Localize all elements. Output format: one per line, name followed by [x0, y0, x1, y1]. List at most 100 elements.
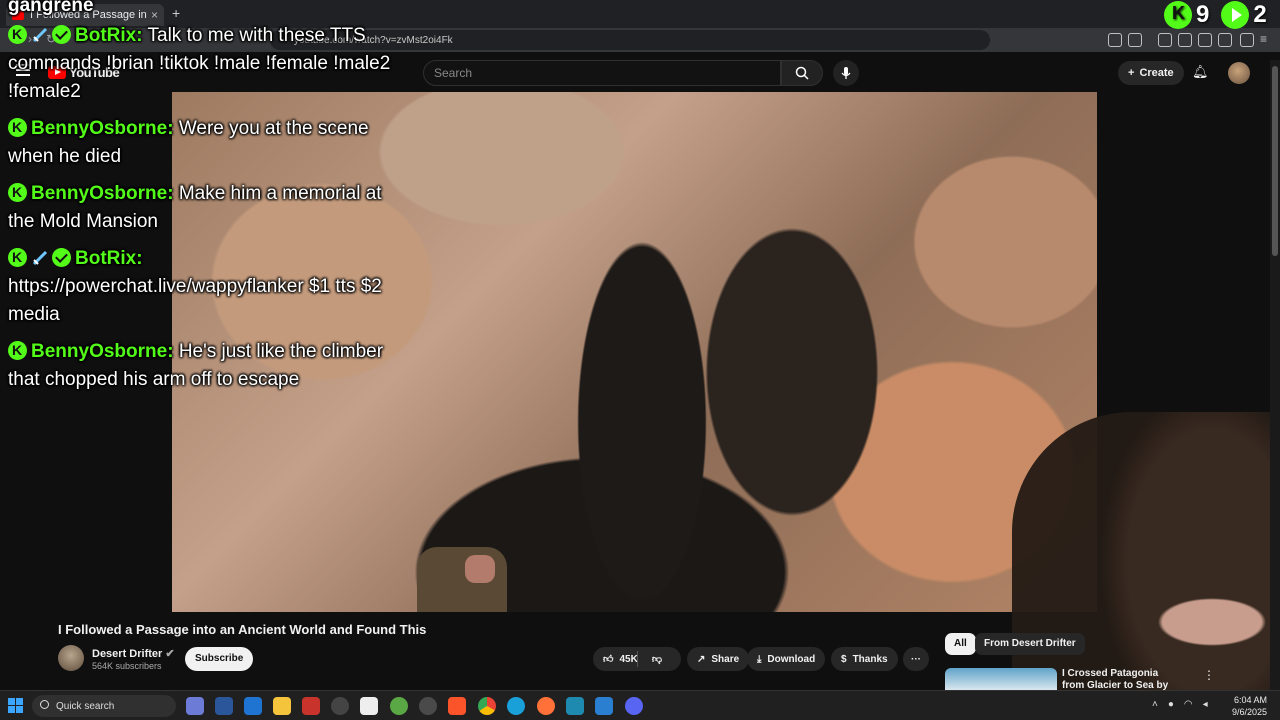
chat-username: BennyOsborne:: [31, 183, 174, 204]
search-button[interactable]: [781, 60, 823, 86]
search-icon: [795, 66, 809, 80]
verified-icon: ✔: [165, 648, 175, 660]
like-button[interactable]: 👍︎ 45K: [603, 653, 638, 666]
location-icon[interactable]: ●: [1168, 699, 1174, 710]
kick-badge-icon: [8, 20, 27, 48]
chip-all[interactable]: All: [945, 633, 976, 655]
wifi-icon[interactable]: ◠: [1184, 699, 1193, 710]
verified-badge-icon: [52, 248, 71, 267]
taskbar-app-icon[interactable]: [566, 697, 584, 715]
kick-viewer-count: 9: [1196, 1, 1210, 28]
webcam-overlay: [1012, 412, 1280, 712]
like-divider: [637, 651, 638, 667]
channel-avatar[interactable]: [58, 645, 84, 671]
verified-badge-icon: [52, 25, 71, 44]
download-label: Download: [767, 653, 816, 665]
stream-chat-overlay: gangrene BotRix: Talk to me with these T…: [8, 0, 408, 403]
page-scrollbar-thumb[interactable]: [1272, 66, 1278, 256]
stream-counters: 9 2: [1164, 1, 1267, 29]
volume-icon[interactable]: ◂: [1203, 699, 1208, 710]
kick-badge-icon: [8, 113, 27, 141]
chat-partial-line: gangrene: [8, 0, 94, 16]
taskbar-search[interactable]: Quick search: [32, 695, 176, 717]
chat-message: BotRix: Talk to me with these TTS comman…: [8, 20, 408, 106]
microphone-icon: [841, 67, 851, 79]
download-icon: ⤓: [757, 653, 762, 665]
chevron-up-icon[interactable]: ˄: [1152, 699, 1158, 710]
sword-badge-icon: [32, 27, 48, 43]
vscode-icon[interactable]: [595, 697, 613, 715]
taskbar-app-icon[interactable]: [390, 697, 408, 715]
wallet-icon[interactable]: [1198, 33, 1212, 47]
chip-from-channel[interactable]: From Desert Drifter: [975, 633, 1085, 655]
firefox-icon[interactable]: [537, 697, 555, 715]
taskbar-app-icon[interactable]: [302, 697, 320, 715]
chat-username: BotRix:: [75, 25, 143, 46]
chat-text: https://powerchat.live/wappyflanker $1 t…: [8, 276, 382, 325]
extension-icon[interactable]: [1108, 33, 1122, 47]
chat-message: BotRix: https://powerchat.live/wappyflan…: [8, 243, 408, 329]
rumble-viewer-count: 2: [1253, 1, 1267, 28]
taskbar-app-icon[interactable]: [215, 697, 233, 715]
chrome-icon[interactable]: [478, 697, 496, 715]
brave-browser-icon[interactable]: [448, 697, 466, 715]
search-input[interactable]: Search: [423, 60, 781, 86]
dislike-button[interactable]: 👎︎: [652, 653, 662, 665]
discord-icon[interactable]: [625, 697, 643, 715]
create-label: Create: [1139, 67, 1174, 79]
sword-badge-icon: [32, 250, 48, 266]
rumble-logo-icon: [1221, 1, 1250, 29]
user-avatar[interactable]: [1228, 62, 1250, 84]
voice-search-button[interactable]: [833, 60, 859, 86]
download-button[interactable]: ⤓ Download: [747, 647, 826, 671]
chat-message: BennyOsborne: Were you at the scene when…: [8, 113, 408, 171]
plus-icon: +: [1128, 67, 1135, 79]
clock-date: 9/6/2025: [1232, 707, 1268, 717]
share-button[interactable]: ↗ Share: [687, 647, 750, 671]
taskbar-app-icon[interactable]: [186, 697, 204, 715]
thanks-label: Thanks: [852, 653, 888, 665]
extension-icon[interactable]: [1128, 33, 1142, 47]
chat-username: BennyOsborne:: [31, 118, 174, 139]
windows-taskbar: Quick search ˄ ● ◠ ◂ 6:04 AM 9/6/2025: [0, 690, 1280, 720]
subscriber-count: 564K subscribers: [92, 661, 162, 671]
more-actions-button[interactable]: ···: [903, 647, 929, 671]
taskbar-app-icon[interactable]: [419, 697, 437, 715]
channel-name[interactable]: Desert Drifter ✔: [92, 647, 175, 660]
taskbar-app-icon[interactable]: [360, 697, 378, 715]
system-tray: ˄ ● ◠ ◂: [1152, 699, 1208, 710]
shield-icon[interactable]: [1240, 33, 1254, 47]
thanks-icon: $: [841, 653, 847, 665]
sidebar-icon[interactable]: [1178, 33, 1192, 47]
taskbar-app-icon[interactable]: [244, 697, 262, 715]
recommendation-menu-icon[interactable]: ⋮: [1203, 668, 1215, 682]
create-button[interactable]: + Create: [1118, 61, 1184, 85]
thanks-button[interactable]: $ Thanks: [831, 647, 898, 671]
clock-time: 6:04 AM: [1234, 695, 1268, 705]
video-frame-hand: [417, 547, 507, 612]
thumbs-up-icon: 👍︎: [603, 654, 614, 665]
search-icon: [40, 700, 49, 709]
windows-start-icon[interactable]: [8, 698, 23, 713]
notifications-bell-icon[interactable]: 🔔︎: [1192, 64, 1209, 80]
leo-icon[interactable]: [1218, 33, 1232, 47]
taskbar-app-icon[interactable]: [331, 697, 349, 715]
kick-badge-icon: [8, 336, 27, 364]
recommendation-thumbnail[interactable]: [945, 668, 1057, 690]
subscribe-button[interactable]: Subscribe: [185, 647, 254, 671]
video-title: I Followed a Passage into an Ancient Wor…: [58, 622, 427, 637]
screen: I Followed a Passage into an... × + ‹ › …: [0, 0, 1280, 720]
chat-username: BotRix:: [75, 248, 143, 269]
media-icon[interactable]: [1158, 33, 1172, 47]
kick-badge-icon: [8, 243, 27, 271]
thumbs-down-icon: 👎︎: [651, 654, 662, 665]
taskbar-search-label: Quick search: [56, 700, 115, 712]
file-explorer-icon[interactable]: [273, 697, 291, 715]
kick-logo-icon: [1164, 1, 1192, 29]
like-count: 45K: [619, 653, 638, 665]
kick-badge-icon: [8, 178, 27, 206]
taskbar-clock[interactable]: 6:04 AM 9/6/2025: [1232, 694, 1267, 718]
edge-icon[interactable]: [507, 697, 525, 715]
menu-icon[interactable]: ≡: [1260, 32, 1274, 46]
chat-message: BennyOsborne: Make him a memorial at the…: [8, 178, 408, 236]
